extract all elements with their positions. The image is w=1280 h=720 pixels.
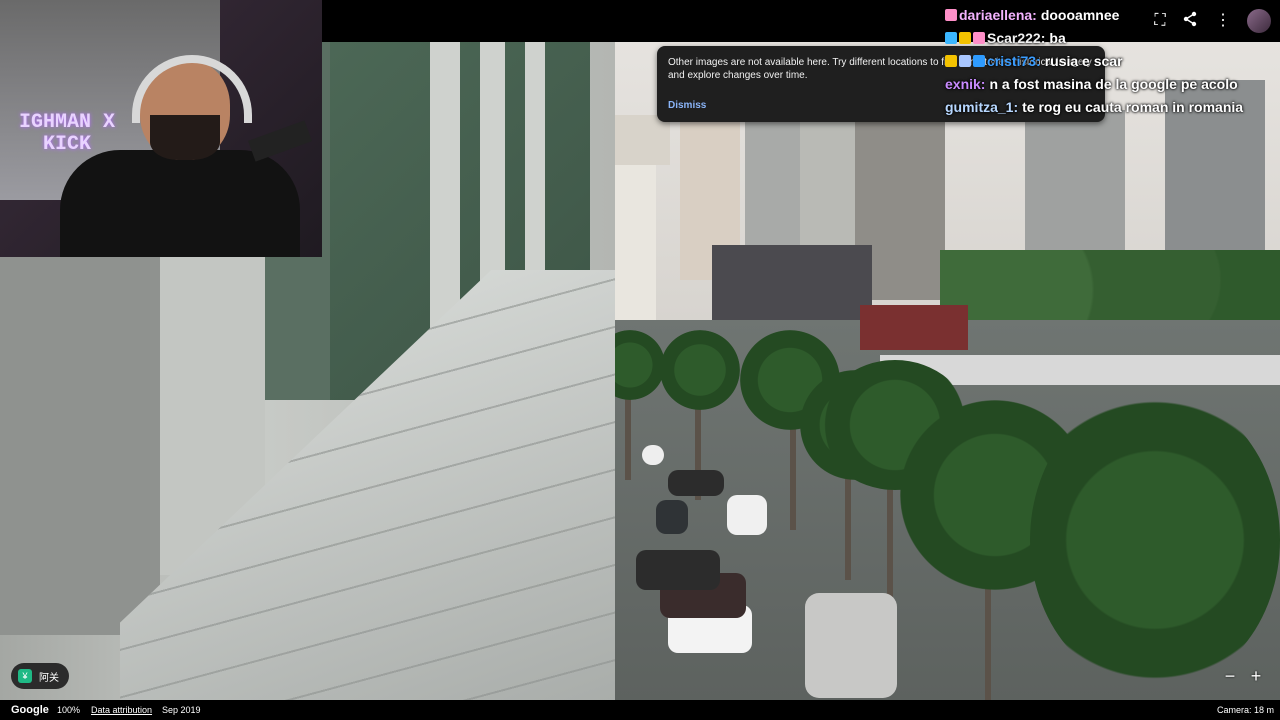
car — [656, 500, 688, 534]
location-label: 阿关 — [39, 673, 59, 684]
window-frame — [0, 255, 160, 635]
badge-icon — [959, 55, 971, 67]
palm-tree — [660, 330, 740, 410]
yen-icon: ¥ — [18, 669, 32, 683]
chat-message: dariaellena: doooamnee — [945, 5, 1280, 25]
chat-text: te rog eu cauta roman in romania — [1022, 99, 1244, 115]
van — [805, 593, 897, 698]
chat-text: n a fost masina de la google pe acolo — [989, 76, 1238, 92]
data-attribution-link[interactable]: Data attribution — [91, 705, 152, 715]
chat-text: ba — [1049, 30, 1066, 46]
chat-text: rusia e scar — [1044, 53, 1123, 69]
zoom-in-button[interactable]: + — [1243, 663, 1269, 689]
chat-username: dariaellena: — [959, 7, 1037, 23]
building — [800, 120, 855, 250]
building — [860, 305, 968, 350]
building — [1025, 110, 1125, 250]
sword-badge-icon — [945, 32, 957, 44]
location-chip[interactable]: ¥ 阿关 — [11, 663, 69, 689]
capture-date: Sep 2019 — [162, 705, 201, 715]
chat-message: cristi73: rusia e scar — [945, 51, 1280, 71]
bottom-bar: Google 100% Data attribution Sep 2019 Ca… — [0, 700, 1280, 720]
car — [636, 550, 720, 590]
building — [745, 120, 800, 250]
webcam-overlay: IGHMAN X KICK — [0, 0, 322, 257]
chat-username: cristi73: — [987, 53, 1041, 69]
palm-tree — [1030, 390, 1280, 690]
zoom-out-button[interactable]: − — [1217, 663, 1243, 689]
streamer-body — [60, 150, 300, 257]
chat-message: Scar222: ba — [945, 28, 1280, 48]
zoom-level: 100% — [57, 705, 81, 715]
google-logo: Google — [11, 704, 49, 716]
chat-text: doooamnee — [1040, 7, 1120, 23]
crown-badge-icon — [959, 32, 971, 44]
palm-trunk — [790, 420, 796, 530]
cube-badge-icon — [973, 55, 985, 67]
chat-message: gumitza_1: te rog eu cauta roman in roman… — [945, 97, 1245, 117]
car — [642, 445, 664, 465]
car — [727, 495, 767, 535]
camera-info: Camera: 18 m — [1217, 705, 1275, 715]
chat-username: exnik: — [945, 76, 986, 92]
microphone — [248, 120, 312, 162]
crown-badge-icon — [945, 55, 957, 67]
badge-icon — [973, 32, 985, 44]
car — [668, 470, 724, 496]
chat-overlay: dariaellena: doooamnee Scar222: ba cristi7… — [945, 5, 1280, 120]
building — [712, 245, 872, 325]
chat-username: Scar222: — [987, 30, 1046, 46]
chat-username: gumitza_1: — [945, 99, 1019, 115]
chat-message: exnik: n a fost masina de la google pe ac… — [945, 74, 1280, 94]
badge-icon — [945, 9, 957, 21]
dismiss-button[interactable]: Dismiss — [668, 100, 706, 111]
zoom-controls: − + — [1215, 663, 1271, 689]
